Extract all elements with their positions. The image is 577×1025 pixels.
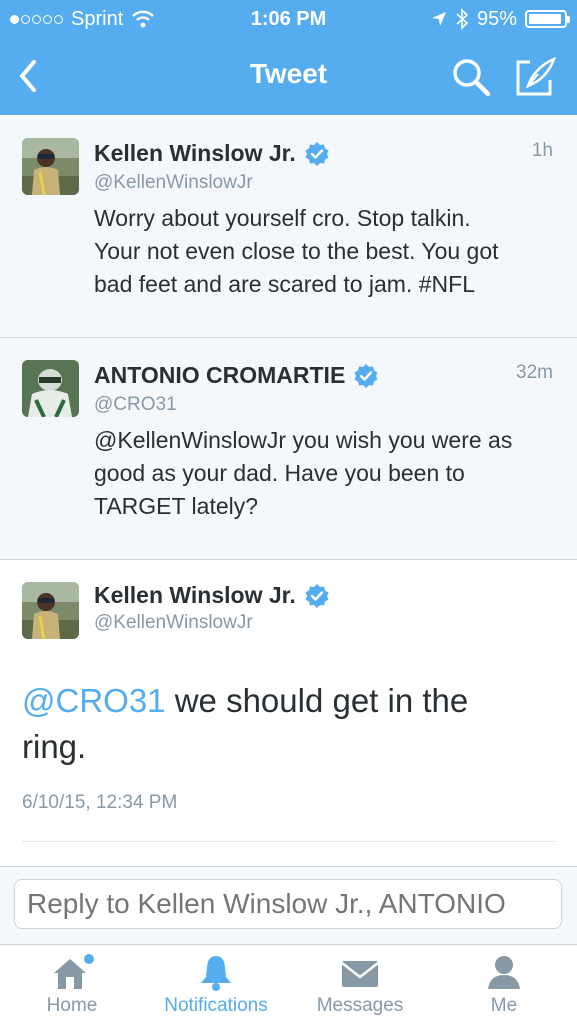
tweet-text: @KellenWinslowJr you wish you were as go… [94, 424, 564, 523]
avatar[interactable] [22, 360, 79, 417]
search-icon[interactable] [450, 56, 492, 98]
reply-input[interactable] [14, 879, 562, 929]
avatar[interactable] [22, 582, 79, 639]
author-handle: @KellenWinslowJr [94, 172, 253, 193]
location-arrow-icon [431, 12, 446, 26]
envelope-icon [341, 961, 379, 987]
tweet-text-line: TARGET lately? [94, 493, 259, 519]
main-tweet: Kellen Winslow Jr. @KellenWinslowJr @CRO… [0, 560, 577, 866]
top-bar: Sprint 1:06 PM 95% Tweet [0, 0, 577, 115]
mention-link[interactable]: @CRO31 [22, 682, 166, 719]
battery-percent: 95% [476, 8, 517, 30]
bell-icon [201, 956, 231, 991]
tweet-text-line: Worry about yourself cro. Stop talkin. [94, 205, 471, 231]
author-name[interactable]: Kellen Winslow Jr. [94, 582, 296, 609]
avatar[interactable] [22, 138, 79, 195]
verified-badge-icon [354, 363, 378, 388]
tab-notifications[interactable]: Notifications [144, 945, 288, 1025]
author-row: Kellen Winslow Jr. [94, 140, 330, 167]
tweet-text: Worry about yourself cro. Stop talkin. Y… [94, 202, 564, 301]
tab-label: Home [46, 995, 98, 1016]
main-tweet-line: @CRO31 we should get in the [22, 678, 562, 724]
verified-badge-icon [305, 141, 329, 166]
author-row: Kellen Winslow Jr. [94, 582, 330, 609]
status-right: 95% [431, 0, 570, 38]
home-icon [54, 954, 94, 989]
author-handle: @CRO31 [94, 394, 177, 415]
tab-me[interactable]: Me [432, 945, 576, 1025]
status-bar: Sprint 1:06 PM 95% [0, 0, 577, 38]
main-tweet-text: @CRO31 we should get in the ring. [22, 678, 562, 770]
main-tweet-line-text: we should get in the [165, 682, 469, 719]
context-tweet[interactable]: Kellen Winslow Jr. @KellenWinslowJr 1h W… [0, 116, 577, 338]
tweet-text-line: good as your dad. Have you been to [94, 460, 465, 486]
battery-icon [525, 10, 570, 28]
tweet-text-line: Your not even close to the best. You got [94, 238, 499, 264]
tweet-date: 6/10/15, 12:34 PM [22, 792, 178, 813]
tab-label: Messages [316, 995, 404, 1016]
nav-bar: Tweet [0, 38, 577, 115]
author-name[interactable]: ANTONIO CROMARTIE [94, 362, 345, 389]
reply-bar [0, 866, 577, 945]
author-name[interactable]: Kellen Winslow Jr. [94, 140, 296, 167]
context-tweet[interactable]: ANTONIO CROMARTIE @CRO31 32m @KellenWins… [0, 338, 577, 560]
tab-home[interactable]: Home [0, 945, 144, 1025]
tweet-text-line: @KellenWinslowJr you wish you were as [94, 427, 513, 453]
tweet-text-line: bad feet and are scared to jam. #NFL [94, 271, 475, 297]
tweet-time: 1h [531, 140, 553, 161]
bluetooth-icon [456, 8, 469, 30]
tab-label: Me [490, 995, 518, 1016]
tab-label: Notifications [164, 995, 268, 1016]
tweet-time: 32m [516, 362, 553, 383]
verified-badge-icon [305, 583, 329, 608]
author-row: ANTONIO CROMARTIE [94, 362, 379, 389]
tab-messages[interactable]: Messages [288, 945, 432, 1025]
person-icon [488, 956, 520, 989]
divider [22, 841, 555, 842]
main-tweet-line: ring. [22, 728, 87, 765]
tab-bar: Home Notifications Messages Me [0, 944, 577, 1024]
compose-icon[interactable] [514, 56, 558, 98]
author-handle: @KellenWinslowJr [94, 612, 253, 633]
